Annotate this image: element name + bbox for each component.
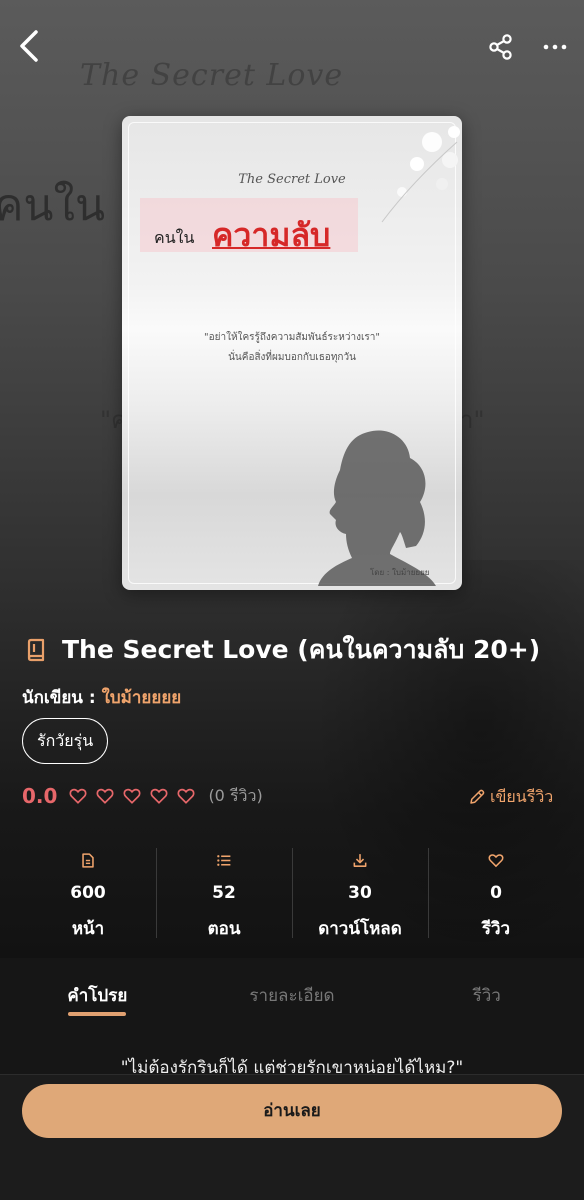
heart-icon [488,854,504,868]
cover-title-small: คนใน [154,228,195,247]
author-row: นักเขียน : ใบม้ายยยย [22,684,181,711]
stat-downloads: 30 ดาวน์โหลด [292,846,428,942]
woman-silhouette-image [318,430,436,586]
tab-details[interactable]: รายละเอียด [195,958,390,1018]
cover-tagline-1: "อย่าให้ใครรู้ถึงความสัมพันธ์ระหว่างเรา" [204,332,380,343]
document-icon [82,853,94,868]
heart-outline-icon [96,788,114,804]
download-icon [353,854,367,867]
more-horizontal-icon [543,44,567,50]
heart-outline-icon [150,788,168,804]
background-thai-text: คนใน [0,180,106,231]
more-options-button[interactable] [540,32,570,62]
chevron-left-icon [20,30,38,62]
author-name-link[interactable]: ใบม้ายยยย [102,688,182,708]
review-count: (0 รีวิว) [208,785,263,805]
write-review-label: เขียนรีวิว [490,786,554,806]
stat-label: ดาวน์โหลด [318,919,402,939]
book-icon [27,638,45,662]
cover-byline: โดย : ใบม้ายยยย [370,568,430,577]
stat-chapters: 52 ตอน [156,846,292,942]
stat-pages: 600 หน้า [20,846,156,942]
genre-tag-chip[interactable]: รักวัยรุ่น [22,718,109,764]
stat-value: 30 [348,883,372,903]
content-sheet: คำโปรย รายละเอียด รีวิว "ไม่ต้องรักรินก็… [0,958,584,1200]
book-title-row: The Secret Love (คนในความลับ 20+) [24,632,540,668]
heart-outline-icon [123,788,141,804]
book-title: The Secret Love (คนในความลับ 20+) [62,635,541,664]
list-icon [217,855,231,866]
cover-title-big: ความลับ [212,216,331,254]
background-quote-right: า" [460,406,485,434]
background-title: The Secret Love [80,58,344,93]
write-review-button[interactable]: เขียนรีวิว [468,784,553,810]
stat-value: 600 [70,883,106,903]
book-stats: 600 หน้า 52 ตอน 30 ดาวน์โหลด 0 รีวิว [20,846,564,942]
stat-label: ตอน [207,919,241,939]
stat-label: รีวิว [481,919,511,939]
back-button[interactable] [14,26,48,66]
heart-outline-icon [69,788,87,804]
blurb-text: "ไม่ต้องรักรินก็ได้ แต่ช่วยรักเขาหน่อยได… [120,1058,464,1074]
read-now-button[interactable]: อ่านเลย [22,1084,562,1138]
cover-script-title: The Secret Love [238,172,346,187]
tab-reviews[interactable]: รีวิว [389,958,584,1018]
rating-row: 0.0 (0 รีวิว) [22,782,263,810]
cover-tagline-2: นั่นคือสิ่งที่ผมบอกกับเธอทุกวัน [228,352,356,363]
pencil-icon [470,789,485,804]
rating-value: 0.0 [22,784,58,808]
heart-outline-icon [177,788,195,804]
tab-bar: คำโปรย รายละเอียด รีวิว [0,958,584,1018]
share-icon [489,34,512,60]
stat-label: หน้า [71,919,105,939]
author-label: นักเขียน : [22,688,96,708]
tab-blurb[interactable]: คำโปรย [0,958,195,1018]
stat-value: 52 [212,883,236,903]
stat-value: 0 [490,883,502,903]
share-button[interactable] [486,32,516,62]
stat-reviews: 0 รีวิว [428,846,564,942]
book-cover[interactable]: The Secret Love คนใน ความลับ "อย่าให้ใคร… [122,116,462,590]
